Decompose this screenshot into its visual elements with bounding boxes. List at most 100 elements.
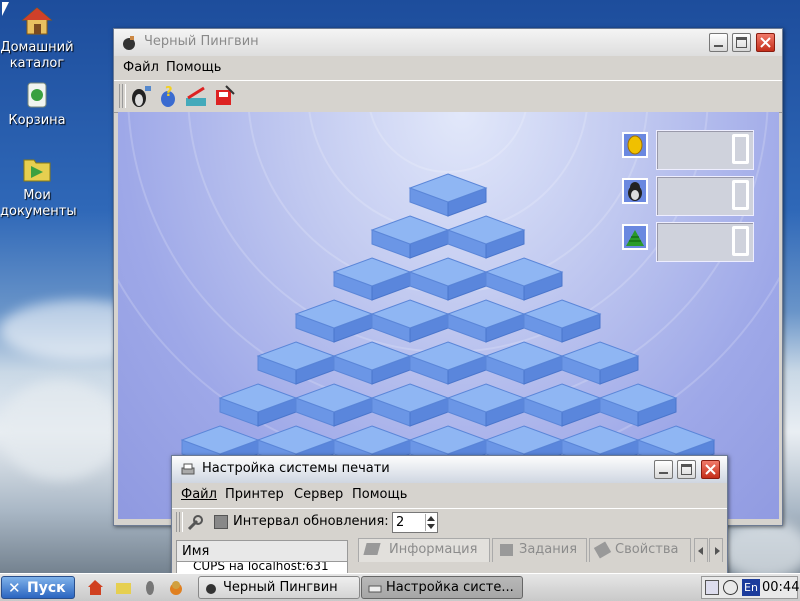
close-button[interactable] — [756, 33, 775, 52]
menu-file[interactable]: Файл — [181, 487, 217, 502]
maximize-button[interactable] — [732, 33, 751, 52]
taskbar-item-print-settings[interactable]: Настройка систе... — [361, 576, 523, 599]
game-menubar: Файл Помощь — [114, 57, 782, 79]
green-blocks-icon — [626, 230, 644, 246]
pyramid-cube[interactable] — [484, 341, 564, 385]
help-button[interactable]: ? — [156, 84, 180, 108]
score-digit — [732, 226, 749, 256]
print-toolbar: Интервал обновления: 2 — [172, 508, 727, 537]
list-item-server[interactable]: CUPS на localhost:631 — [193, 562, 329, 573]
pyramid-cube[interactable] — [256, 341, 336, 385]
pyramid-cube[interactable] — [522, 383, 602, 427]
pyramid-cube[interactable] — [332, 341, 412, 385]
maximize-button[interactable] — [677, 460, 696, 479]
desktop-icon-label: Мои документы — [0, 188, 77, 219]
taskbar-item-label: Черный Пингвин — [223, 580, 338, 595]
game-window-titlebar[interactable]: Черный Пингвин — [114, 29, 782, 56]
window-title: Черный Пингвин — [144, 34, 259, 49]
home-folder-icon — [21, 6, 53, 36]
minimize-icon — [659, 472, 668, 474]
pyramid-cube[interactable] — [294, 383, 374, 427]
tab-jobs[interactable]: Задания — [492, 538, 587, 562]
menu-help[interactable]: Помощь — [166, 60, 221, 75]
keyboard-icon[interactable] — [705, 580, 719, 595]
bomb-icon — [123, 36, 135, 50]
documents-folder-icon — [116, 583, 131, 594]
tab-label: Свойства — [615, 542, 679, 557]
pyramid-cube[interactable] — [408, 257, 488, 301]
toolbar-handle — [122, 84, 126, 108]
desktop-icon-home[interactable]: Домашний каталог — [0, 6, 74, 72]
print-window-titlebar[interactable]: Настройка системы печати — [172, 456, 727, 483]
tab-label: Задания — [519, 542, 578, 557]
wrench-icon[interactable] — [186, 514, 204, 532]
close-button[interactable] — [701, 460, 720, 479]
menu-help[interactable]: Помощь — [352, 487, 407, 502]
info-icon — [363, 543, 381, 555]
pyramid-cube[interactable] — [446, 383, 526, 427]
taskbar: ✕ Пуск Черный Пингвин Настройка систе...… — [0, 573, 800, 601]
minimize-button[interactable] — [709, 33, 728, 52]
new-game-button[interactable] — [128, 84, 152, 108]
menu-printer[interactable]: Принтер — [225, 487, 284, 502]
menu-file[interactable]: Файл — [123, 60, 159, 75]
maximize-icon — [736, 37, 747, 48]
tab-scroll-right[interactable] — [709, 538, 723, 562]
language-indicator[interactable]: En — [742, 579, 760, 596]
stop-refresh-icon[interactable] — [214, 515, 228, 529]
trash-icon — [21, 79, 53, 109]
pyramid-cube[interactable] — [332, 257, 412, 301]
penguin-icon — [628, 182, 642, 201]
pyramid-cube[interactable] — [408, 173, 488, 217]
coin-icon — [627, 135, 643, 155]
info-tabs: Информация Задания Свойства — [356, 536, 724, 566]
power-icon[interactable] — [723, 580, 738, 595]
pyramid-cube[interactable] — [484, 257, 564, 301]
quicklaunch-mouse[interactable] — [142, 579, 159, 596]
taskbar-item-game[interactable]: Черный Пингвин — [198, 576, 360, 599]
pyramid-cube[interactable] — [560, 341, 640, 385]
pyramid-cube[interactable] — [370, 215, 450, 259]
spin-arrows-icon[interactable] — [425, 514, 436, 531]
blocks-score-icon — [622, 224, 648, 250]
minimize-button[interactable] — [654, 460, 673, 479]
scores-button[interactable] — [184, 84, 208, 108]
snow-mountain — [0, 380, 120, 480]
pyramid-cube[interactable] — [522, 299, 602, 343]
desktop-icon-label: Корзина — [8, 113, 66, 128]
menu-server[interactable]: Сервер — [294, 487, 343, 502]
pyramid-cube[interactable] — [370, 383, 450, 427]
pyramid-cube[interactable] — [446, 215, 526, 259]
clock[interactable]: 00:44 — [762, 580, 799, 595]
list-header[interactable]: Имя — [176, 540, 348, 562]
tab-scroll-left[interactable] — [694, 538, 708, 562]
save-button[interactable] — [212, 84, 236, 108]
quicklaunch-browser[interactable] — [168, 579, 185, 596]
pyramid-cube[interactable] — [598, 383, 678, 427]
taskbar-item-label: Настройка систе... — [386, 580, 514, 595]
start-button[interactable]: ✕ Пуск — [1, 576, 75, 599]
wrench-icon — [593, 541, 612, 559]
print-menubar: Файл Принтер Сервер Помощь — [172, 484, 727, 506]
coin-score-icon — [622, 132, 648, 158]
tab-info[interactable]: Информация — [358, 538, 490, 562]
tab-properties[interactable]: Свойства — [589, 538, 691, 562]
pyramid-cube[interactable] — [294, 299, 374, 343]
score-digit — [732, 134, 749, 164]
print-settings-window: Настройка системы печати Файл Принтер Се… — [171, 455, 728, 575]
spin-up-icon[interactable] — [427, 516, 435, 521]
quicklaunch-documents[interactable] — [115, 579, 132, 596]
pyramid-cube[interactable] — [218, 383, 298, 427]
desktop-icon-documents[interactable]: Мои документы — [0, 154, 77, 220]
refresh-interval-spinbox[interactable]: 2 — [392, 512, 438, 533]
scores-icon — [186, 86, 206, 106]
spin-down-icon[interactable] — [427, 524, 435, 529]
pyramid-cube[interactable] — [370, 299, 450, 343]
svg-text:?: ? — [165, 85, 173, 100]
quicklaunch-home[interactable] — [87, 579, 104, 596]
pyramid-cube[interactable] — [446, 299, 526, 343]
list-header-name: Имя — [182, 544, 210, 559]
game-window: Черный Пингвин Файл Помощь ? — [113, 28, 783, 526]
pyramid-cube[interactable] — [408, 341, 488, 385]
desktop-icon-trash[interactable]: Корзина — [0, 79, 74, 129]
